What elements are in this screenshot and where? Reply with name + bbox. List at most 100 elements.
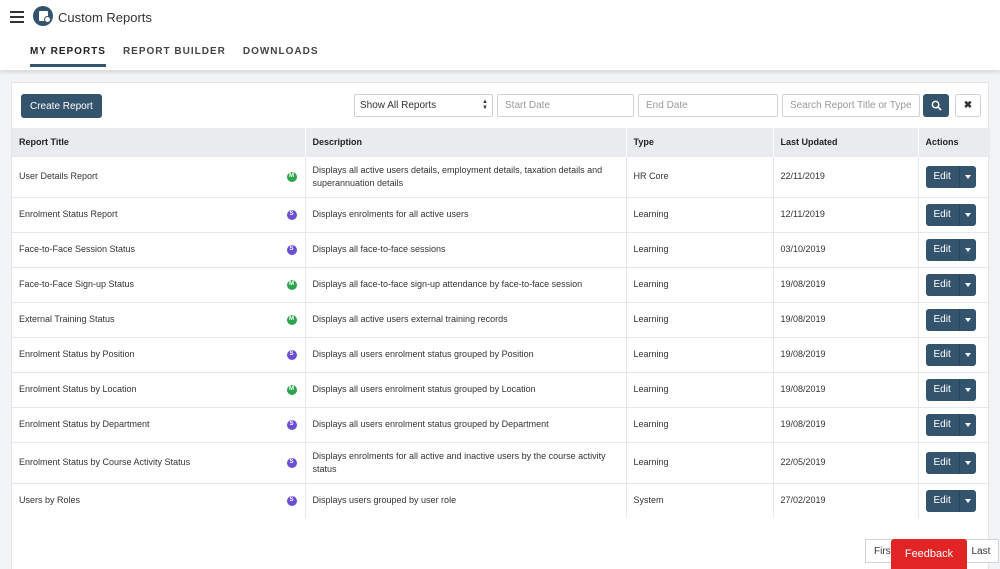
table-row: Enrolment Status by Department S Displays …: [12, 406, 990, 442]
report-description: Displays all users enrolment status grou…: [305, 336, 627, 372]
report-title[interactable]: Enrolment Status by Location: [19, 384, 137, 394]
caret-down-icon[interactable]: [960, 274, 976, 296]
report-title[interactable]: Enrolment Status by Position: [19, 349, 135, 359]
report-last-updated: 27/02/2019: [773, 482, 919, 518]
caret-down-icon[interactable]: [960, 166, 976, 188]
edit-button-group[interactable]: Edit: [925, 308, 976, 331]
report-last-updated: 12/11/2019: [773, 196, 919, 232]
report-kind-badge: S: [286, 244, 297, 255]
app-title: Custom Reports: [58, 10, 152, 25]
header-last-updated[interactable]: Last Updated: [773, 128, 919, 156]
header-type[interactable]: Type: [626, 128, 774, 156]
report-type: Learning: [626, 371, 774, 407]
edit-button[interactable]: Edit: [926, 165, 960, 188]
report-description: Displays enrolments for all active users: [305, 196, 627, 232]
edit-button-group[interactable]: Edit: [925, 203, 976, 226]
tab-downloads[interactable]: DOWNLOADS: [243, 46, 319, 67]
report-title[interactable]: User Details Report: [19, 171, 98, 181]
create-report-button[interactable]: Create Report: [21, 94, 102, 118]
caret-down-icon[interactable]: [960, 344, 976, 366]
edit-button[interactable]: Edit: [926, 451, 960, 474]
edit-button-group[interactable]: Edit: [925, 238, 976, 261]
edit-button[interactable]: Edit: [926, 308, 960, 331]
report-actions-cell: Edit: [918, 231, 990, 267]
report-last-updated: 03/10/2019: [773, 231, 919, 267]
report-type: Learning: [626, 406, 774, 442]
edit-button[interactable]: Edit: [926, 273, 960, 296]
report-kind-badge: S: [286, 419, 297, 430]
close-icon: ✖: [963, 100, 973, 111]
report-actions-cell: Edit: [918, 406, 990, 442]
report-actions-cell: Edit: [918, 482, 990, 518]
header-report-title[interactable]: Report Title: [12, 128, 306, 156]
table-row: Users by Roles S Displays users grouped by…: [12, 482, 990, 518]
edit-button-group[interactable]: Edit: [925, 413, 976, 436]
report-filter-select[interactable]: Show All Reports ▲ ▼: [354, 94, 493, 117]
tab-my-reports[interactable]: MY REPORTS: [30, 46, 106, 67]
report-kind-badge: M: [286, 279, 297, 290]
caret-down-icon[interactable]: [960, 490, 976, 512]
report-last-updated: 19/08/2019: [773, 371, 919, 407]
feedback-button[interactable]: Feedback: [891, 539, 967, 569]
report-type: Learning: [626, 231, 774, 267]
edit-button-group[interactable]: Edit: [925, 489, 976, 512]
edit-button[interactable]: Edit: [926, 489, 960, 512]
report-title[interactable]: Face-to-Face Session Status: [19, 244, 135, 254]
caret-down-icon[interactable]: [960, 452, 976, 474]
edit-button-group[interactable]: Edit: [925, 343, 976, 366]
caret-down-icon[interactable]: [960, 379, 976, 401]
table-row: Face-to-Face Sign-up Status M Displays all…: [12, 266, 990, 302]
report-title-cell: Face-to-Face Sign-up Status M: [12, 266, 306, 302]
search-button[interactable]: [923, 94, 949, 117]
toolbar: Create Report Show All Reports ▲▼ ✖: [12, 83, 988, 128]
report-title-cell: Enrolment Status by Location M: [12, 371, 306, 407]
search-icon: [931, 100, 942, 111]
caret-down-icon[interactable]: [960, 204, 976, 226]
report-title-cell: Enrolment Status Report S: [12, 196, 306, 232]
edit-button[interactable]: Edit: [926, 343, 960, 366]
report-title-cell: Enrolment Status by Course Activity Stat…: [12, 441, 306, 483]
edit-button-group[interactable]: Edit: [925, 165, 976, 188]
report-last-updated: 22/05/2019: [773, 441, 919, 483]
report-actions-cell: Edit: [918, 196, 990, 232]
hamburger-icon[interactable]: [10, 11, 24, 23]
last-page-button[interactable]: Last: [962, 539, 1000, 563]
report-title[interactable]: External Training Status: [19, 314, 115, 324]
caret-down-icon[interactable]: [960, 309, 976, 331]
report-type: System: [626, 482, 774, 518]
edit-button[interactable]: Edit: [926, 203, 960, 226]
caret-down-icon[interactable]: [960, 239, 976, 261]
tab-bar: MY REPORTS REPORT BUILDER DOWNLOADS: [30, 46, 336, 67]
end-date-input[interactable]: [638, 94, 778, 117]
edit-button-group[interactable]: Edit: [925, 273, 976, 296]
report-last-updated: 19/08/2019: [773, 336, 919, 372]
report-title[interactable]: Enrolment Status Report: [19, 209, 118, 219]
report-title[interactable]: Face-to-Face Sign-up Status: [19, 279, 134, 289]
report-logo-icon: [33, 6, 53, 26]
report-filter-value: Show All Reports: [360, 100, 437, 111]
start-date-input[interactable]: [497, 94, 634, 117]
report-type: Learning: [626, 196, 774, 232]
edit-button[interactable]: Edit: [926, 238, 960, 261]
report-actions-cell: Edit: [918, 336, 990, 372]
report-title[interactable]: Users by Roles: [19, 495, 80, 505]
search-input[interactable]: [782, 94, 920, 117]
tab-report-builder[interactable]: REPORT BUILDER: [123, 46, 226, 67]
edit-button-group[interactable]: Edit: [925, 378, 976, 401]
report-type: Learning: [626, 336, 774, 372]
table-row: Enrolment Status Report S Displays enrolme…: [12, 196, 990, 232]
header-description[interactable]: Description: [305, 128, 627, 156]
table-row: Enrolment Status by Location M Displays al…: [12, 371, 990, 407]
edit-button[interactable]: Edit: [926, 413, 960, 436]
select-arrows-icon: ▲ ▼: [482, 99, 488, 111]
report-title[interactable]: Enrolment Status by Course Activity Stat…: [19, 457, 190, 467]
clear-button[interactable]: ✖: [955, 94, 981, 117]
report-title[interactable]: Enrolment Status by Department: [19, 419, 150, 429]
report-actions-cell: Edit: [918, 301, 990, 337]
report-type: Learning: [626, 301, 774, 337]
report-kind-badge: S: [286, 209, 297, 220]
caret-down-icon[interactable]: [960, 414, 976, 436]
report-title-cell: Enrolment Status by Department S: [12, 406, 306, 442]
edit-button[interactable]: Edit: [926, 378, 960, 401]
edit-button-group[interactable]: Edit: [925, 451, 976, 474]
